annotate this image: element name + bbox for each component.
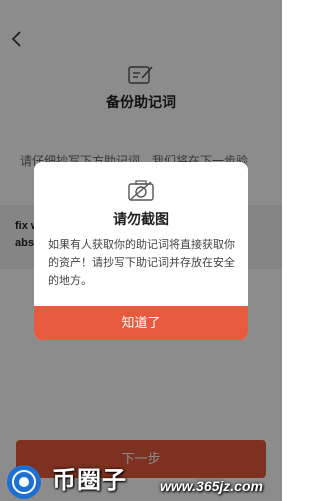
dialog-title: 请勿截图: [113, 211, 169, 227]
no-camera-icon: [128, 179, 154, 201]
watermark-url: www.365jz.com: [160, 478, 263, 494]
coin-logo-icon: [2, 460, 46, 500]
watermark-brand: 币圈子: [52, 467, 127, 494]
screenshot-warning-dialog: 请勿截图 如果有人获取你的助记词将直接获取你的资产！请抄写下助记词并存放在安全的…: [34, 162, 248, 340]
got-it-button[interactable]: 知道了: [34, 306, 248, 340]
dialog-message: 如果有人获取你的助记词将直接获取你的资产！请抄写下助记词并存放在安全的地方。: [48, 239, 235, 287]
watermark: 币圈子 www.365jz.com: [0, 452, 282, 501]
